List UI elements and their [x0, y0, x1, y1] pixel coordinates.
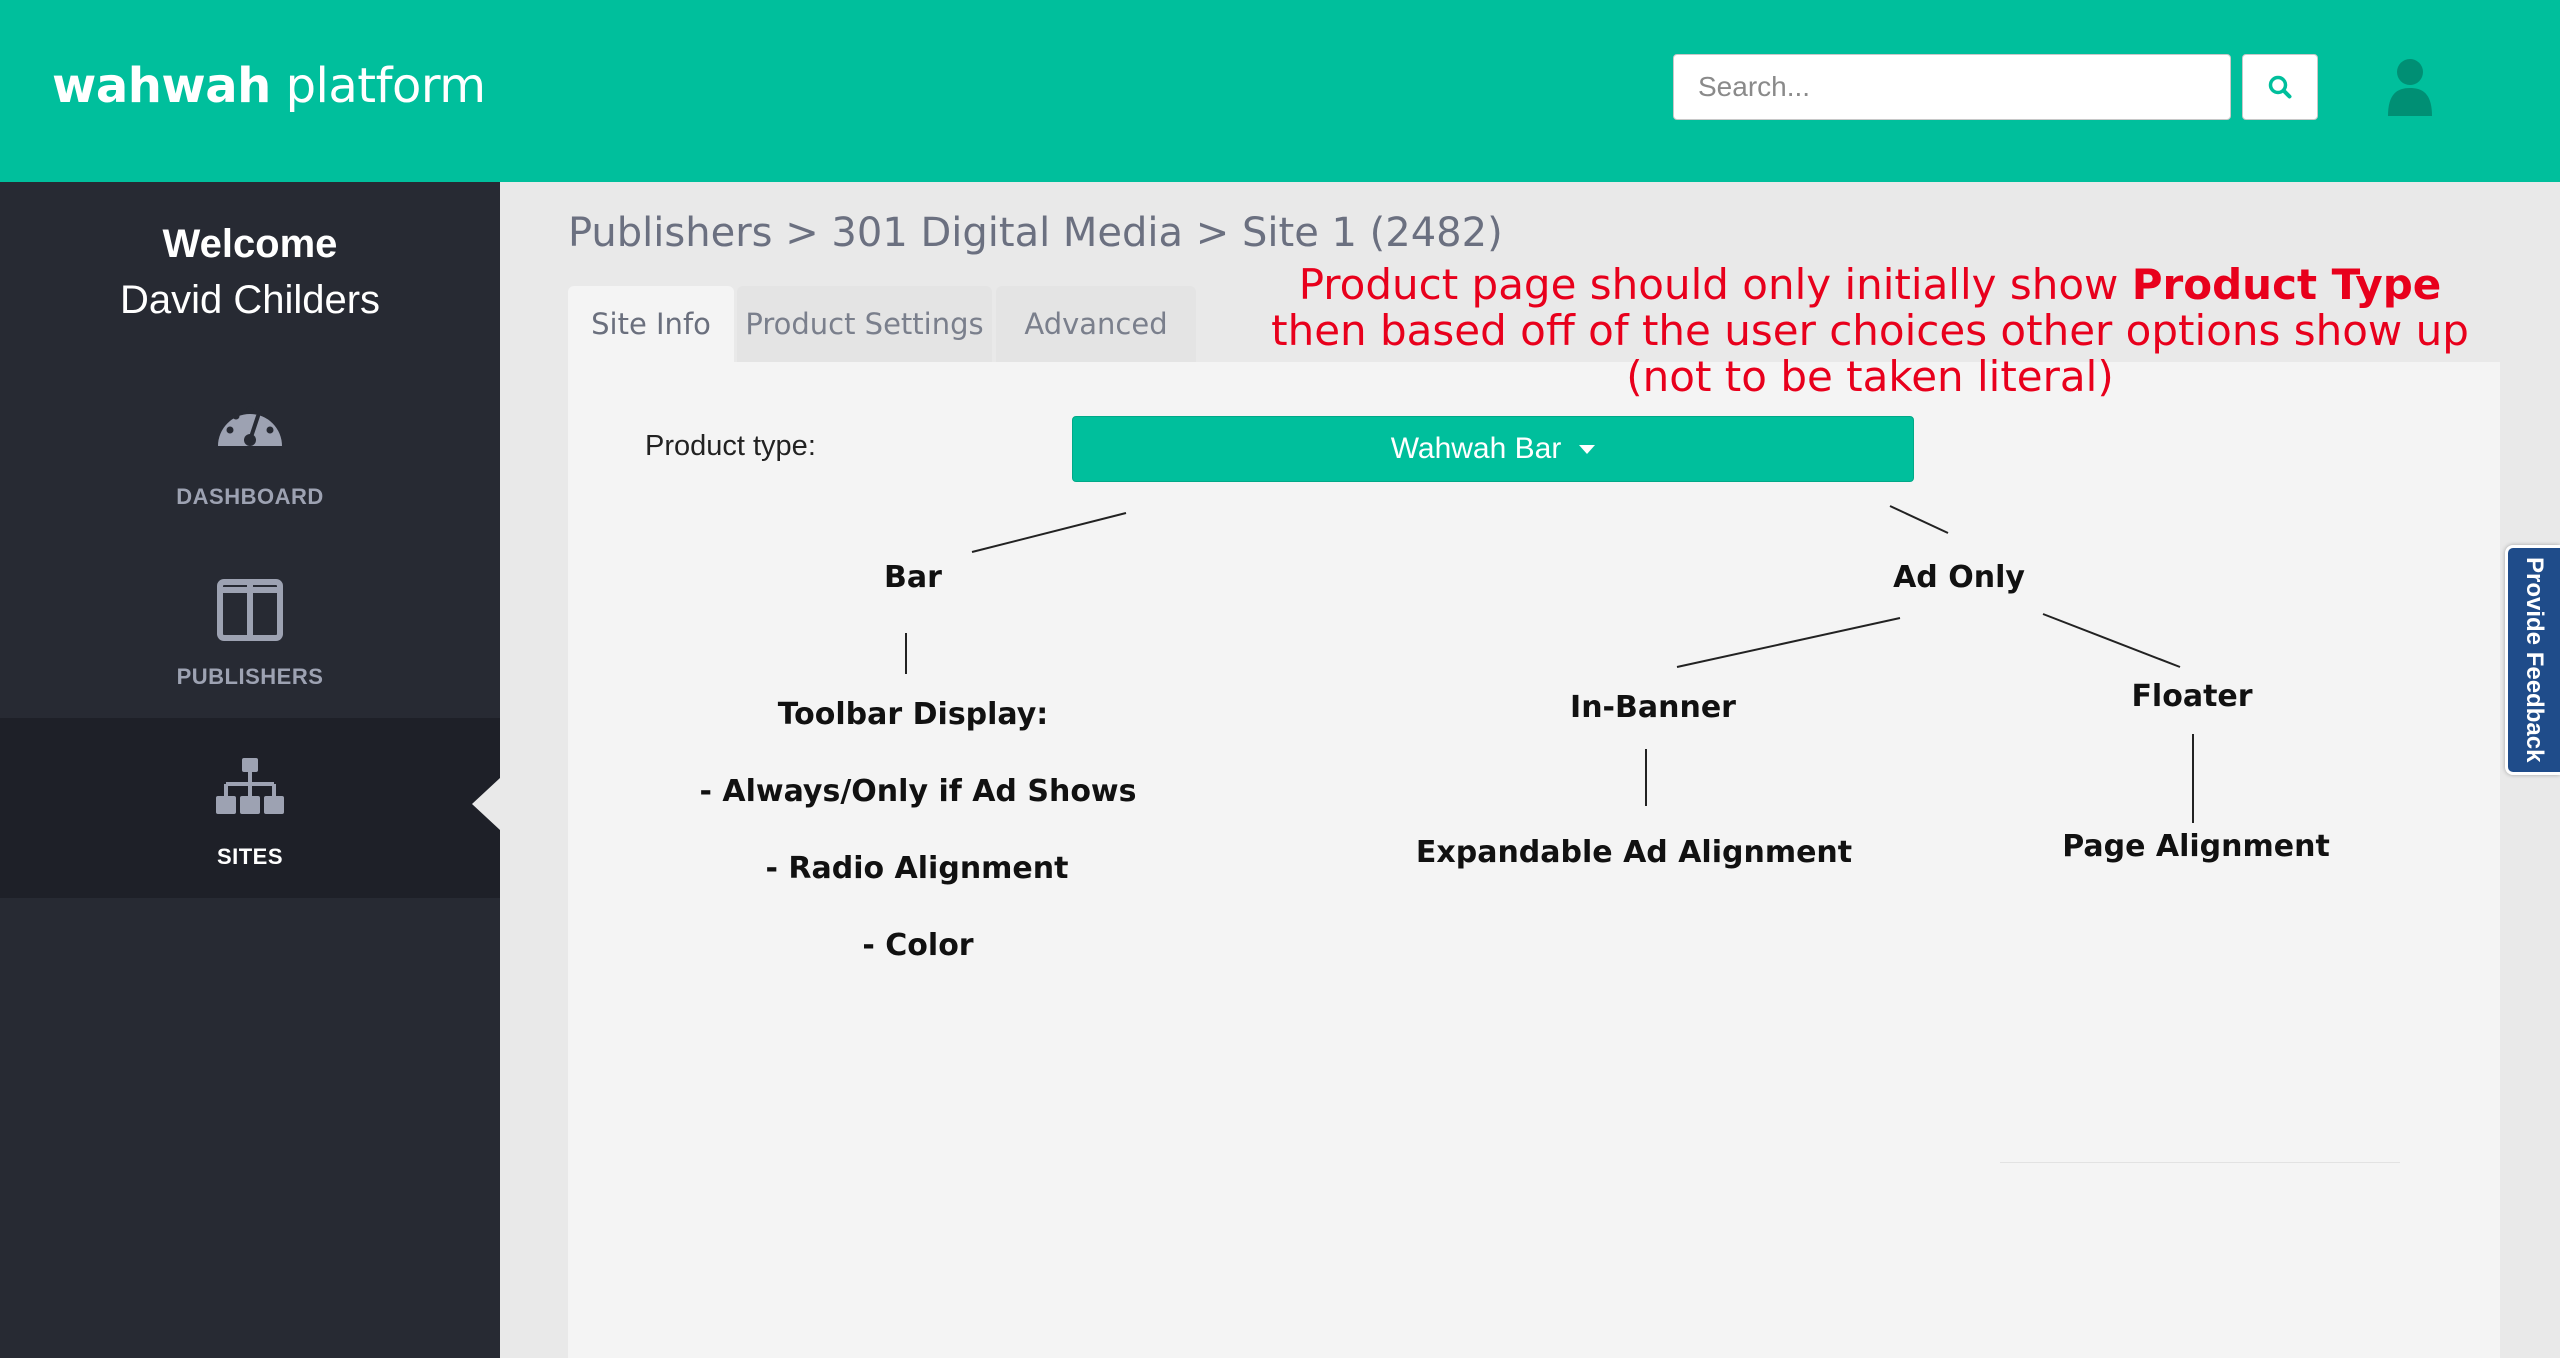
provide-feedback-label: Provide Feedback: [2521, 557, 2548, 763]
tree-node-ad-only: Ad Only: [1893, 560, 2025, 595]
user-icon[interactable]: [2385, 56, 2435, 116]
top-header: wahwah platform: [0, 0, 2560, 182]
welcome-text: Welcome: [162, 222, 338, 266]
annotation-line-1-text: Product page should only initially show: [1298, 260, 2132, 309]
sidebar-item-dashboard[interactable]: DASHBOARD: [0, 358, 500, 538]
tree-node-page-alignment: Page Alignment: [2062, 829, 2330, 864]
sidebar-item-publishers[interactable]: PUBLISHERS: [0, 538, 500, 718]
sidebar-item-label: DASHBOARD: [176, 484, 324, 509]
annotation-line-3: (not to be taken literal): [1626, 352, 2114, 401]
tree-node-bar: Bar: [884, 560, 942, 595]
brand-bold-text: wahwah: [52, 58, 271, 114]
annotation-line-1: Product page should only initially show …: [1250, 262, 2490, 308]
user-name: David Childers: [119, 278, 381, 322]
breadcrumb: Publishers > 301 Digital Media > Site 1 …: [568, 210, 1503, 256]
brand-rest-text: platform: [270, 58, 486, 114]
tree-node-always-only: - Always/Only if Ad Shows: [699, 774, 1137, 809]
sidebar-item-label: SITES: [216, 844, 284, 869]
columns-icon: [217, 579, 283, 641]
tree-node-expandable-ad-alignment: Expandable Ad Alignment: [1415, 835, 1853, 870]
tree-node-floater: Floater: [2131, 679, 2253, 714]
product-type-label: Product type:: [645, 430, 816, 462]
caret-down-icon: [1579, 444, 1596, 454]
tab-advanced[interactable]: Advanced: [996, 286, 1196, 362]
tree-node-in-banner: In-Banner: [1570, 690, 1736, 725]
divider: [2000, 1162, 2400, 1163]
tab-site-info[interactable]: Site Info: [568, 286, 734, 362]
search-icon: [2268, 75, 2292, 99]
provide-feedback-button[interactable]: Provide Feedback: [2505, 545, 2560, 775]
product-type-value: Wahwah Bar: [1390, 432, 1562, 465]
annotation-line-1-bold: Product Type: [2131, 260, 2442, 309]
brand-logo[interactable]: wahwah platform: [52, 58, 486, 114]
active-indicator-caret: [472, 778, 500, 830]
annotation-note: Product page should only initially show …: [1250, 262, 2490, 400]
tree-node-color: - Color: [862, 928, 974, 963]
tree-node-radio-alignment: - Radio Alignment: [765, 851, 1069, 886]
tree-node-toolbar-display: Toolbar Display:: [777, 697, 1049, 732]
annotation-line-2: then based off of the user choices other…: [1271, 306, 2469, 355]
search-button[interactable]: [2242, 54, 2318, 120]
tab-product-settings[interactable]: Product Settings: [737, 286, 992, 362]
search-input[interactable]: [1673, 54, 2231, 120]
dashboard-gauge-icon: [218, 406, 282, 446]
sitemap-icon: [216, 758, 284, 814]
product-type-dropdown[interactable]: Wahwah Bar: [1072, 416, 1914, 482]
sidebar-item-sites[interactable]: SITES: [0, 718, 500, 898]
sidebar: Welcome David Childers DASHBOARD PUBLISH…: [0, 182, 500, 1358]
sidebar-item-label: PUBLISHERS: [176, 664, 324, 689]
